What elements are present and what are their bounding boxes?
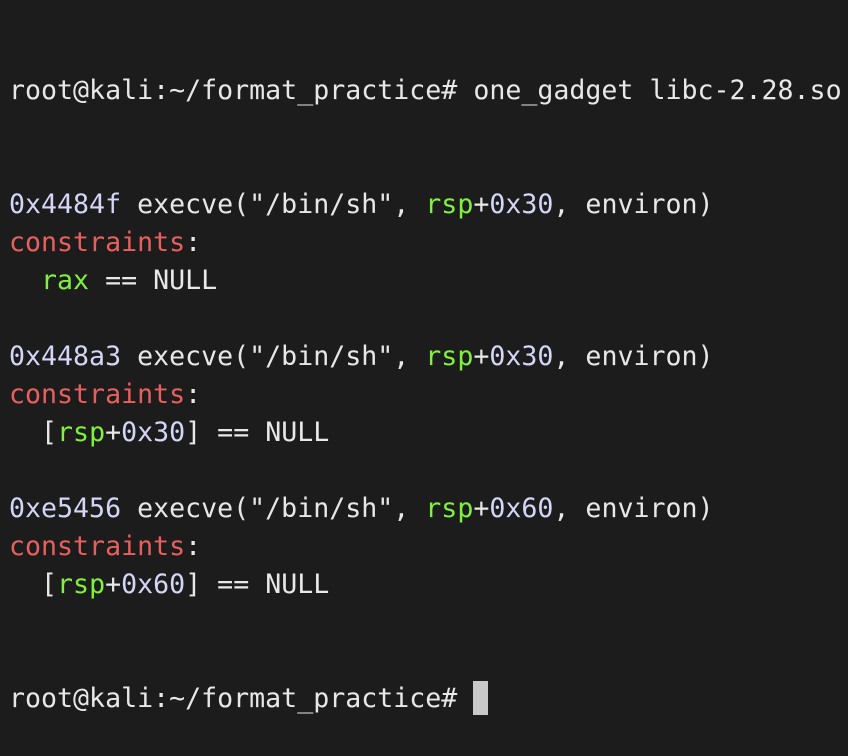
bracket-open: [ [41,417,58,448]
offset: 0x30 [489,189,554,220]
command-text: one_gadget libc-2.28.so [473,75,842,106]
constraints-label: constraints [9,227,186,258]
command-line: root@kali:~/format_practice# one_gadget … [9,72,848,110]
constraints-label-line: constraints: [9,528,848,566]
register: rsp [425,493,474,524]
cursor [473,681,489,715]
prompt: root@kali:~/format_practice# [9,683,474,714]
terminal[interactable]: root@kali:~/format_practice# one_gadget … [9,0,848,756]
constraint-register: rsp [57,417,106,448]
call-prefix: execve("/bin/sh", [121,493,426,524]
plus: + [473,341,490,372]
call-prefix: execve("/bin/sh", [121,189,426,220]
gadget-address: 0x448a3 [9,341,122,372]
gadget-line: 0xe5456 execve("/bin/sh", rsp+0x60, envi… [9,490,848,528]
offset: 0x60 [489,493,554,524]
plus: + [105,417,122,448]
constraint-rest: ] == NULL [185,569,330,600]
constraint-register: rax [41,265,90,296]
call-suffix: , environ) [553,341,714,372]
constraints-label: constraints [9,379,186,410]
call-prefix: execve("/bin/sh", [121,341,426,372]
register: rsp [425,189,474,220]
offset: 0x30 [489,341,554,372]
constraint-line: [rsp+0x60] == NULL [9,566,848,604]
constraint-rest: ] == NULL [185,417,330,448]
gadget-address: 0xe5456 [9,493,122,524]
plus: + [473,189,490,220]
colon: : [185,531,202,562]
constraints-label: constraints [9,531,186,562]
constraint-line: [rsp+0x30] == NULL [9,414,848,452]
gadget-line: 0x4484f execve("/bin/sh", rsp+0x30, envi… [9,186,848,224]
colon: : [185,379,202,410]
gadget-address: 0x4484f [9,189,122,220]
constraint-offset: 0x30 [121,417,186,448]
plus: + [105,569,122,600]
register: rsp [425,341,474,372]
constraint-line: rax == NULL [9,262,848,300]
constraint-offset: 0x60 [121,569,186,600]
constraints-label-line: constraints: [9,224,848,262]
colon: : [185,227,202,258]
call-suffix: , environ) [553,493,714,524]
bracket-open: [ [41,569,58,600]
call-suffix: , environ) [553,189,714,220]
prompt: root@kali:~/format_practice# [9,75,474,106]
gadget-line: 0x448a3 execve("/bin/sh", rsp+0x30, envi… [9,338,848,376]
constraint-register: rsp [57,569,106,600]
constraint-rest: == NULL [89,265,218,296]
plus: + [473,493,490,524]
constraints-label-line: constraints: [9,376,848,414]
current-prompt-line[interactable]: root@kali:~/format_practice# [9,680,848,718]
